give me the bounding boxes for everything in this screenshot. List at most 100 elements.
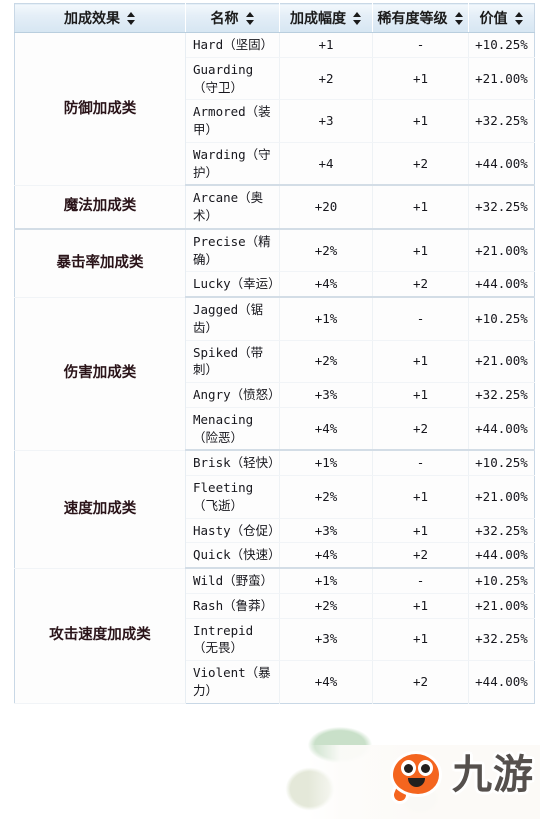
value-cell: +21.00% xyxy=(468,228,535,273)
bonus-effects-table: 加成效果 名称 加成幅度 稀有度等级 价值 防御加成类 Hard（坚固） +1 … xyxy=(14,3,535,704)
rarity-cell: +2 xyxy=(372,542,469,570)
amount-cell: +1 xyxy=(279,32,373,58)
name-cell: Fleeting（飞逝） xyxy=(185,475,280,519)
rarity-cell: +2 xyxy=(372,142,469,187)
category-cell: 魔法加成类 xyxy=(14,185,186,230)
amount-cell: +20 xyxy=(279,185,373,230)
amount-cell: +2 xyxy=(279,57,373,101)
value-cell: +21.00% xyxy=(468,57,535,101)
rarity-cell: +1 xyxy=(372,340,469,383)
value-cell: +32.25% xyxy=(468,518,535,544)
amount-cell: +3% xyxy=(279,618,373,661)
value-cell: +21.00% xyxy=(468,593,535,619)
watermark-fade xyxy=(308,745,540,819)
rarity-cell: - xyxy=(372,32,469,58)
table-header-row: 加成效果 名称 加成幅度 稀有度等级 价值 xyxy=(14,3,535,33)
name-cell: Warding（守护） xyxy=(185,142,280,187)
rarity-cell: +1 xyxy=(372,382,469,408)
rarity-cell: +2 xyxy=(372,271,469,299)
bonus-table-container: 加成效果 名称 加成幅度 稀有度等级 价值 防御加成类 Hard（坚固） +1 … xyxy=(0,0,540,819)
rarity-cell: - xyxy=(372,568,469,594)
watermark-background-art xyxy=(270,715,540,819)
value-cell: +44.00% xyxy=(468,271,535,299)
category-cell: 攻击速度加成类 xyxy=(14,568,186,704)
watermark: 九游 xyxy=(270,715,540,819)
amount-cell: +1% xyxy=(279,568,373,594)
rarity-cell: - xyxy=(372,450,469,477)
amount-cell: +1% xyxy=(279,297,373,341)
name-cell: Brisk（轻快） xyxy=(185,450,281,477)
value-cell: +32.25% xyxy=(468,185,535,230)
value-cell: +10.25% xyxy=(468,297,535,341)
table-row: 速度加成类 Brisk（轻快） +1% - +10.25% xyxy=(14,450,535,569)
sort-icon[interactable] xyxy=(353,11,362,25)
value-cell: +32.25% xyxy=(468,382,535,408)
category-cell: 防御加成类 xyxy=(14,32,186,186)
sort-icon[interactable] xyxy=(127,11,136,25)
column-header-value-label: 价值 xyxy=(479,11,508,27)
sort-icon[interactable] xyxy=(514,11,524,25)
column-header-category-label: 加成效果 xyxy=(64,11,120,27)
name-cell: Quick（快速） xyxy=(185,542,281,570)
column-header-rarity-label: 稀有度等级 xyxy=(377,11,448,27)
value-cell: +21.00% xyxy=(468,475,535,519)
value-cell: +44.00% xyxy=(468,407,535,452)
rarity-cell: +1 xyxy=(372,185,469,230)
name-cell: Jagged（锯齿） xyxy=(185,297,280,341)
table-body: 防御加成类 Hard（坚固） +1- +10.25% Guarding（守卫） +2 +1 +… xyxy=(14,32,535,704)
amount-cell: +4% xyxy=(279,660,373,703)
amount-cell: +4% xyxy=(279,542,373,570)
name-cell: Intrepid（无畏） xyxy=(185,618,280,661)
amount-cell: +2% xyxy=(279,593,373,619)
column-header-name-label: 名称 xyxy=(210,11,239,27)
rarity-cell: - xyxy=(372,297,469,341)
amount-cell: +3% xyxy=(279,382,373,408)
value-cell: +32.25% xyxy=(468,99,535,143)
name-cell: Menacing（险恶） xyxy=(185,407,280,452)
rarity-cell: +1 xyxy=(372,518,469,544)
sort-icon[interactable] xyxy=(245,11,255,25)
column-header-name[interactable]: 名称 xyxy=(185,3,280,33)
rarity-cell: +1 xyxy=(372,593,469,619)
value-cell: +10.25% xyxy=(468,450,535,477)
name-cell: Hard（坚固） xyxy=(185,32,280,58)
watermark-text: 九游 xyxy=(452,752,534,798)
name-cell: Precise（精确） xyxy=(185,228,280,273)
column-header-category[interactable]: 加成效果 xyxy=(14,3,186,33)
mascot-icon xyxy=(388,749,446,807)
name-cell: Armored（装甲） xyxy=(185,99,280,143)
rarity-cell: +1 xyxy=(372,618,469,661)
column-header-amount-label: 加成幅度 xyxy=(290,11,346,27)
value-cell: +10.25% xyxy=(468,32,535,58)
category-cell: 暴击率加成类 xyxy=(14,228,186,298)
table-row: 攻击速度加成类 Wild（野蛮） +1% - +10.25% xyxy=(14,568,535,704)
category-cell: 速度加成类 xyxy=(14,450,186,569)
amount-cell: +1% xyxy=(279,450,373,477)
name-cell: Rash（鲁莽） xyxy=(185,593,280,619)
watermark-logo: 九游 xyxy=(388,749,534,807)
name-cell: Lucky（幸运） xyxy=(185,271,281,299)
amount-cell: +4 xyxy=(279,142,373,187)
name-cell: Arcane（奥术） xyxy=(185,185,280,230)
column-header-rarity[interactable]: 稀有度等级 xyxy=(372,3,469,33)
table-header: 加成效果 名称 加成幅度 稀有度等级 价值 xyxy=(14,3,535,33)
rarity-cell: +1 xyxy=(372,57,469,101)
column-header-amount[interactable]: 加成幅度 xyxy=(279,3,373,33)
name-cell: Spiked（带刺） xyxy=(185,340,280,383)
rarity-cell: +2 xyxy=(372,407,469,452)
table-row: 魔法加成类 Arcane（奥术） +20 +1 +32.25% xyxy=(14,185,535,230)
column-header-value[interactable]: 价值 xyxy=(468,3,535,33)
amount-cell: +3 xyxy=(279,99,373,143)
amount-cell: +2% xyxy=(279,340,373,383)
name-cell: Wild（野蛮） xyxy=(185,568,280,594)
name-cell: Guarding（守卫） xyxy=(185,57,280,101)
value-cell: +44.00% xyxy=(468,542,535,570)
amount-cell: +4% xyxy=(279,407,373,452)
sort-icon[interactable] xyxy=(454,11,464,25)
rarity-cell: +1 xyxy=(372,99,469,143)
name-cell: Hasty（仓促） xyxy=(185,518,281,544)
table-row: 暴击率加成类 Precise（精确） +2% +1 +21.00% xyxy=(14,228,535,298)
value-cell: +21.00% xyxy=(468,340,535,383)
value-cell: +44.00% xyxy=(468,660,535,703)
amount-cell: +2% xyxy=(279,475,373,519)
